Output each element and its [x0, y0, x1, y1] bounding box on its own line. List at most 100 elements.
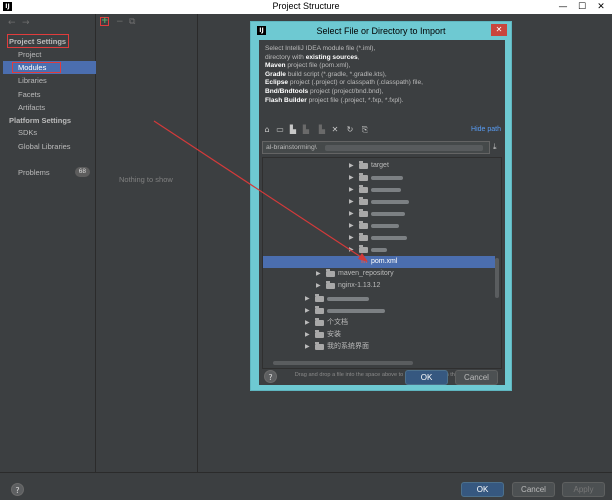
tree-row-pom-xml[interactable]: m pom.xml: [263, 256, 495, 268]
forward-arrow-icon[interactable]: →: [22, 18, 30, 28]
tree-row-nginx[interactable]: ▶ nginx-1.13.12: [263, 280, 495, 292]
file-chooser-toolbar: ⌂ ▭ ▙ ▙ ▙ ✕ ↻ ⎘ Hide path: [259, 124, 505, 138]
sidebar-item-libraries[interactable]: Libraries: [3, 74, 96, 87]
expand-arrow-icon[interactable]: ▶: [349, 196, 354, 208]
copy-module-icon[interactable]: ⧉: [129, 17, 135, 27]
desc-line: directory with existing sources,: [265, 53, 360, 61]
expand-arrow-icon[interactable]: ▶: [349, 184, 354, 196]
tree-row-target[interactable]: ▶ target: [263, 160, 495, 172]
maximize-button[interactable]: ☐: [575, 0, 589, 14]
folder-icon: [359, 221, 368, 229]
tree-row-folder[interactable]: ▶: [263, 196, 495, 208]
module-folder-icon[interactable]: ▙: [301, 125, 311, 134]
folder-icon: [315, 342, 324, 350]
expand-arrow-icon[interactable]: ▶: [305, 329, 310, 341]
redacted-name: [327, 297, 369, 301]
path-input[interactable]: al-brainstorming\: [262, 141, 490, 154]
tree-row-folder[interactable]: ▶: [263, 208, 495, 220]
help-button[interactable]: ?: [11, 483, 24, 496]
folder-icon: [315, 306, 324, 314]
sidebar-item-sdks[interactable]: SDKs: [3, 126, 96, 139]
show-hidden-icon[interactable]: ⎘: [360, 125, 370, 135]
tree-row-folder[interactable]: ▶: [263, 293, 495, 305]
expand-arrow-icon[interactable]: ▶: [305, 317, 310, 329]
folder-icon: [315, 330, 324, 338]
refresh-icon[interactable]: ↻: [345, 125, 355, 134]
folder-icon: [326, 281, 335, 289]
highlight-box-modules: [12, 62, 61, 73]
tree-row-folder[interactable]: ▶: [263, 305, 495, 317]
tree-row-folder[interactable]: ▶ 安装: [263, 329, 495, 341]
redacted-name: [371, 200, 409, 204]
modules-list-panel: + − ⧉ Nothing to show: [97, 14, 198, 484]
sidebar-item-global-libraries[interactable]: Global Libraries: [3, 140, 96, 153]
desc-line: Select IntelliJ IDEA module file (*.iml)…: [265, 45, 376, 52]
tree-row-folder[interactable]: ▶ 个文档: [263, 317, 495, 329]
tree-row-folder[interactable]: ▶: [263, 184, 495, 196]
folder-icon: [359, 185, 368, 193]
redacted-name: [371, 224, 399, 228]
redacted-name: [371, 212, 405, 216]
folder-icon: [359, 245, 368, 253]
expand-arrow-icon[interactable]: ▶: [305, 341, 310, 353]
file-tree[interactable]: ▶ target ▶ ▶ ▶ ▶ ▶ ▶ ▶ m pom.xml ▶ maven…: [262, 157, 502, 369]
home-icon[interactable]: ⌂: [262, 125, 272, 134]
expand-arrow-icon[interactable]: ▶: [349, 208, 354, 220]
delete-icon[interactable]: ✕: [330, 125, 340, 134]
expand-arrow-icon[interactable]: ▶: [349, 244, 354, 256]
tree-horizontal-scrollbar[interactable]: [273, 361, 413, 365]
folder-icon: [359, 233, 368, 241]
redacted-name: [371, 176, 403, 180]
tree-vertical-scrollbar[interactable]: [495, 258, 499, 298]
new-folder-icon[interactable]: ▙: [317, 125, 327, 134]
back-arrow-icon[interactable]: ←: [8, 18, 16, 28]
tree-row-folder[interactable]: ▶: [263, 244, 495, 256]
sidebar-item-problems[interactable]: Problems 68: [3, 166, 96, 179]
expand-arrow-icon[interactable]: ▶: [349, 220, 354, 232]
maven-file-icon: m: [361, 258, 368, 265]
expand-arrow-icon[interactable]: ▶: [305, 305, 310, 317]
dialog-help-button[interactable]: ?: [264, 370, 277, 383]
sidebar-item-artifacts[interactable]: Artifacts: [3, 101, 96, 114]
folder-icon: [315, 318, 324, 326]
dialog-close-button[interactable]: ✕: [491, 24, 507, 36]
problems-count-badge: 68: [74, 167, 90, 177]
dialog-cancel-button[interactable]: Cancel: [455, 370, 498, 385]
expand-arrow-icon[interactable]: ▶: [316, 280, 321, 292]
minimize-button[interactable]: —: [556, 0, 570, 14]
sidebar-item-project[interactable]: Project: [3, 48, 96, 61]
desktop-icon[interactable]: ▭: [275, 125, 285, 134]
tree-row-folder[interactable]: ▶ 我的系统界面: [263, 341, 495, 353]
tree-row-maven-repository[interactable]: ▶ maven_repository: [263, 268, 495, 280]
expand-arrow-icon[interactable]: ▶: [349, 232, 354, 244]
folder-icon: [359, 209, 368, 217]
tree-row-folder[interactable]: ▶: [263, 220, 495, 232]
problems-label: Problems: [18, 168, 50, 177]
project-folder-icon[interactable]: ▙: [288, 125, 298, 134]
highlight-box-project-settings: [7, 34, 69, 48]
desc-line: Gradle build script (*.gradle, *.gradle.…: [265, 70, 387, 78]
dialog-footer: ? OK Cancel Apply: [0, 472, 612, 500]
close-window-button[interactable]: ✕: [594, 0, 608, 14]
folder-icon: [359, 197, 368, 205]
dialog-ok-button[interactable]: OK: [405, 370, 448, 385]
expand-arrow-icon[interactable]: ▶: [349, 172, 354, 184]
redacted-name: [327, 309, 385, 313]
add-module-button[interactable]: +: [100, 17, 109, 26]
ok-button[interactable]: OK: [461, 482, 504, 497]
expand-arrow-icon[interactable]: ▶: [316, 268, 321, 280]
cancel-button[interactable]: Cancel: [512, 482, 555, 497]
download-icon[interactable]: ⤓: [493, 142, 497, 152]
remove-module-icon[interactable]: −: [116, 17, 124, 27]
hide-path-link[interactable]: Hide path: [471, 126, 501, 133]
expand-arrow-icon[interactable]: ▶: [305, 293, 310, 305]
tree-row-folder[interactable]: ▶: [263, 172, 495, 184]
expand-arrow-icon[interactable]: ▶: [349, 160, 354, 172]
tree-row-folder[interactable]: ▶: [263, 232, 495, 244]
window-title: Project Structure: [272, 1, 340, 11]
redacted-name: [371, 248, 387, 252]
folder-icon: [359, 173, 368, 181]
import-dialog: IJ Select File or Directory to Import ✕ …: [250, 21, 512, 391]
sidebar-item-facets[interactable]: Facets: [3, 88, 96, 101]
apply-button[interactable]: Apply: [562, 482, 605, 497]
